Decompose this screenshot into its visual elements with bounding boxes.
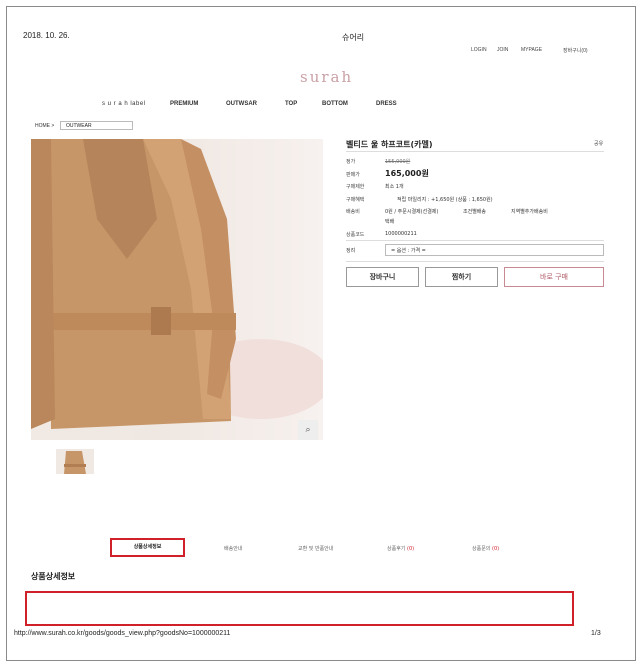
list-price-value: 155,000원 [385,159,411,165]
nav-item-outwear[interactable]: OUTWSAR [226,101,257,107]
share-link[interactable]: 공유 [594,140,603,147]
footer-page-number: 1/3 [591,630,601,637]
add-to-cart-button[interactable]: 장바구니 [346,267,419,287]
tab-inquiries-label: 상품문의 [472,546,491,552]
search-icon: ⌕ [305,425,311,435]
tab-product-detail[interactable]: 상품상세정보 [110,538,185,557]
login-link[interactable]: LOGIN [471,47,487,53]
sale-price-label: 판매가 [346,172,360,178]
tab-inquiries[interactable]: 상품문의 (0) [472,545,499,552]
mypage-link[interactable]: MYPAGE [521,47,542,53]
tab-reviews-count: (0) [407,546,415,552]
purchase-limit-label: 구매제한 [346,184,365,190]
shipping-extra-fee: 지역별추가배송비 [511,209,548,215]
page-title: 슈어리 [342,33,365,42]
list-price-label: 정가 [346,159,356,165]
product-code-label: 상품코드 [346,232,365,238]
shipping-condition: 조건별배송 [463,209,487,215]
product-thumbnail[interactable] [56,449,94,474]
shipping-method: 택배 [385,219,395,225]
tab-reviews[interactable]: 상품후기 (0) [387,545,414,552]
nav-item-dress[interactable]: DRESS [376,101,397,107]
divider [346,151,604,152]
nav-item-top[interactable]: TOP [285,101,297,107]
tab-inquiries-count: (0) [492,546,500,552]
buy-now-button[interactable]: 바로 구매 [504,267,604,287]
product-code-value: 1000000211 [385,231,417,237]
benefit-label: 구매혜택 [346,197,365,203]
shipping-label: 배송비 [346,209,360,215]
option-select[interactable]: = 옵션 : 가격 = [385,244,604,256]
detail-content-area [25,591,574,626]
nav-item-surah-label[interactable]: s u r a h label [102,101,146,107]
divider [346,240,604,241]
zoom-button[interactable]: ⌕ [298,420,318,440]
join-link[interactable]: JOIN [497,47,508,53]
sale-price-value: 165,000원 [385,169,429,178]
purchase-limit-value: 최소 1개 [385,184,404,190]
shipping-value: 0원 / 주문시결제(선결제) [385,209,439,215]
breadcrumb-category-select[interactable]: OUTWEAR [60,121,133,130]
tab-shipping-info[interactable]: 배송안내 [224,545,242,552]
breadcrumb-home[interactable]: HOME > [35,123,54,129]
site-logo[interactable]: surah [300,68,353,86]
divider [346,261,604,262]
print-date: 2018. 10. 26. [23,31,70,40]
nav-item-premium[interactable]: PREMIUM [170,101,198,107]
nav-item-bottom[interactable]: BOTTOM [322,101,348,107]
tab-reviews-label: 상품후기 [387,546,406,552]
product-image [31,139,323,440]
wishlist-button[interactable]: 찜하기 [425,267,498,287]
benefit-value: 적립 마일리지 : +1,650원 (상품 : 1,650원) [397,197,493,203]
footer-url: http://www.surah.co.kr/goods/goods_view.… [14,630,231,637]
product-name: 벨티드 울 하프코트(카멜) [346,140,433,149]
cart-link[interactable]: 장바구니(0) [563,47,588,54]
tab-exchange-return[interactable]: 교환 및 반품안내 [298,545,333,552]
option-label: 정려 [346,248,356,254]
section-title: 상품상세정보 [31,572,76,581]
